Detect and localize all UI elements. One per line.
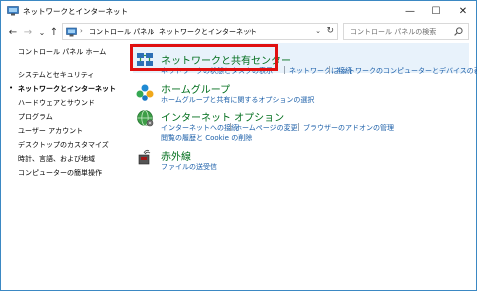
- sidebar-item-programs[interactable]: プログラム: [18, 112, 53, 122]
- link-separator: [329, 66, 330, 74]
- breadcrumb-separator: ›: [151, 27, 154, 35]
- sidebar-item-home[interactable]: コントロール パネル ホーム: [18, 47, 106, 57]
- control-panel-window: ネットワークとインターネット — ☐ ✕ ← → ⌄ ↑ › コントロール パネ…: [0, 0, 477, 291]
- current-item-bullet-icon: •: [9, 84, 14, 92]
- close-button[interactable]: ✕: [450, 1, 476, 21]
- forward-button[interactable]: →: [21, 24, 35, 40]
- address-bar[interactable]: › コントロール パネル › ネットワークとインターネット › ⌄ ↻: [62, 23, 338, 40]
- network-folder-icon: [7, 6, 19, 16]
- link-homegroup-options[interactable]: ホームグループと共有に関するオプションの選択: [161, 95, 314, 105]
- annotation-highlight-box: [130, 44, 278, 71]
- sidebar-item-hardware-sound[interactable]: ハードウェアとサウンド: [18, 98, 95, 108]
- category-homegroup[interactable]: ホームグループ: [161, 81, 230, 96]
- category-internet-options[interactable]: インターネット オプション: [161, 109, 284, 124]
- main-content: ネットワークと共有センター ネットワークの状態とタスクの表示 ネットワークに接続…: [126, 43, 477, 289]
- sidebar-item-user-accounts[interactable]: ユーザー アカウント: [18, 126, 83, 136]
- link-connect-to-internet[interactable]: インターネットへの接続: [161, 123, 238, 133]
- link-send-receive-files[interactable]: ファイルの送受信: [161, 162, 217, 172]
- minimize-button[interactable]: —: [397, 1, 423, 21]
- link-separator: [230, 123, 231, 131]
- search-box[interactable]: コントロール パネルの検索: [343, 23, 469, 40]
- window-title: ネットワークとインターネット: [23, 7, 128, 16]
- search-icon[interactable]: [454, 27, 463, 36]
- sidebar-item-personalization[interactable]: デスクトップのカスタマイズ: [18, 140, 109, 150]
- up-button[interactable]: ↑: [47, 24, 61, 40]
- link-manage-addons[interactable]: ブラウザーのアドオンの管理: [303, 123, 394, 133]
- title-bar[interactable]: ネットワークとインターネット — ☐ ✕: [1, 1, 476, 21]
- infrared-icon: [138, 149, 151, 165]
- breadcrumb-control-panel[interactable]: コントロール パネル: [89, 27, 154, 37]
- breadcrumb-separator: ›: [249, 27, 252, 35]
- link-separator: [298, 123, 299, 131]
- category-infrared[interactable]: 赤外線: [161, 148, 191, 163]
- refresh-icon[interactable]: ↻: [326, 26, 334, 36]
- sidebar-item-system-security[interactable]: システムとセキュリティ: [18, 70, 94, 80]
- sidebar-item-clock-region[interactable]: 時計、言語、および地域: [18, 154, 95, 164]
- breadcrumb-network-internet[interactable]: ネットワークとインターネット: [159, 27, 257, 37]
- sidebar-item-network-internet[interactable]: ネットワークとインターネット: [18, 84, 116, 94]
- control-panel-icon: [66, 27, 77, 37]
- address-dropdown-icon[interactable]: ⌄: [315, 27, 321, 35]
- back-button[interactable]: ←: [6, 24, 20, 40]
- link-separator: [284, 66, 285, 74]
- link-delete-browsing-history[interactable]: 閲覧の履歴と Cookie の削除: [161, 133, 252, 143]
- homegroup-icon: [136, 84, 154, 101]
- link-change-homepage[interactable]: ホームページの変更: [235, 123, 298, 133]
- maximize-button[interactable]: ☐: [423, 1, 449, 21]
- navigation-bar: ← → ⌄ ↑ › コントロール パネル › ネットワークとインターネット › …: [1, 21, 476, 43]
- breadcrumb-separator: ›: [80, 27, 83, 35]
- internet-options-icon: [137, 110, 154, 127]
- link-view-network-computers[interactable]: ネットワークのコンピューターとデバイスの表示: [334, 66, 477, 76]
- sidebar-item-ease-of-access[interactable]: コンピューターの簡単操作: [18, 168, 102, 178]
- search-input[interactable]: コントロール パネルの検索: [350, 27, 436, 37]
- sidebar: コントロール パネル ホーム システムとセキュリティ • ネットワークとインター…: [1, 43, 126, 289]
